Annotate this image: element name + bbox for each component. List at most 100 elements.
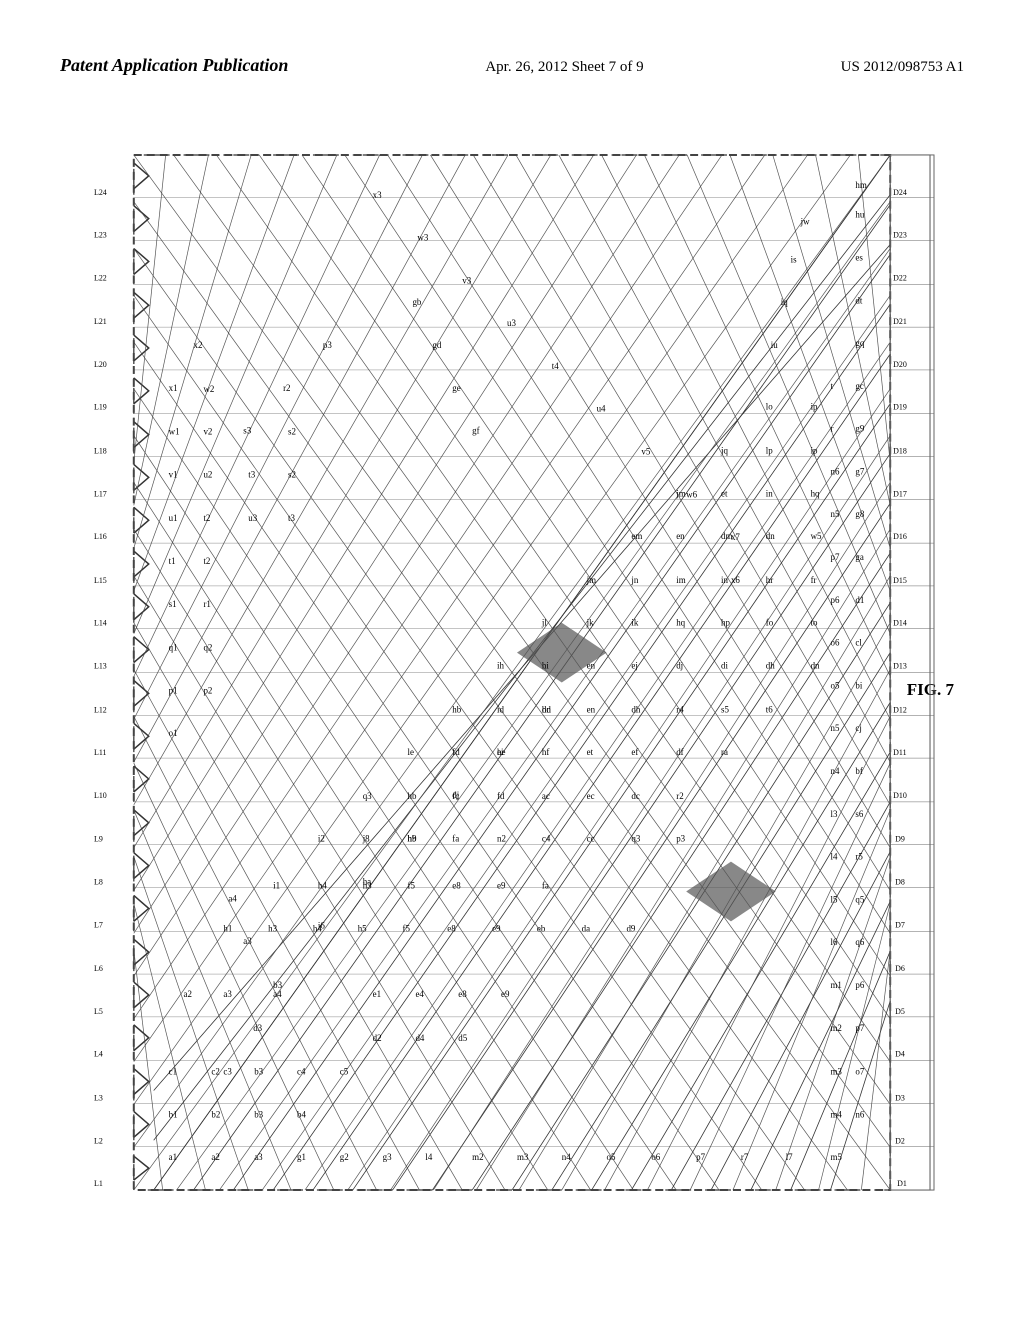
svg-text:D5: D5: [895, 1007, 905, 1016]
svg-text:jm: jm: [675, 488, 685, 498]
svg-text:o5: o5: [830, 680, 839, 690]
svg-text:ef: ef: [631, 747, 638, 757]
svg-text:v3: v3: [462, 275, 471, 285]
svg-text:L24: L24: [94, 188, 107, 197]
svg-text:u3: u3: [248, 513, 257, 523]
svg-text:D17: D17: [893, 489, 907, 498]
svg-text:hp: hp: [721, 618, 730, 628]
svg-text:lo: lo: [766, 402, 773, 412]
svg-text:D18: D18: [893, 447, 907, 456]
svg-text:m3: m3: [517, 1152, 529, 1162]
svg-text:D6: D6: [895, 964, 905, 973]
svg-text:g3: g3: [383, 1152, 392, 1162]
svg-text:e9: e9: [492, 923, 501, 933]
svg-text:L17: L17: [94, 489, 107, 498]
svg-text:p7: p7: [830, 552, 839, 562]
svg-text:h3: h3: [268, 923, 277, 933]
svg-text:ra: ra: [721, 747, 728, 757]
svg-text:gc: gc: [855, 381, 863, 391]
page-header: Patent Application Publication Apr. 26, …: [60, 55, 964, 76]
svg-text:a2: a2: [184, 989, 192, 999]
patent-diagram: text { font-family: 'Times New Roman', s…: [60, 145, 964, 1200]
svg-text:id: id: [497, 704, 504, 714]
svg-text:b1: b1: [169, 1109, 178, 1119]
svg-text:d2: d2: [373, 1033, 382, 1043]
svg-text:e4: e4: [415, 989, 424, 999]
svg-text:en: en: [676, 531, 685, 541]
svg-text:x3: x3: [373, 190, 382, 200]
svg-text:a3: a3: [243, 936, 252, 946]
svg-text:d4: d4: [415, 1033, 424, 1043]
svg-text:iu: iu: [771, 340, 778, 350]
svg-text:c1: c1: [169, 1067, 177, 1077]
svg-text:dj: dj: [676, 661, 683, 671]
svg-text:x7: x7: [731, 532, 740, 542]
svg-text:v1: v1: [169, 469, 178, 479]
svg-text:jq: jq: [720, 446, 728, 456]
svg-text:v2: v2: [203, 427, 212, 437]
svg-text:q6: q6: [855, 937, 864, 947]
svg-text:h5: h5: [358, 923, 367, 933]
svg-text:h4: h4: [318, 880, 327, 890]
svg-text:hq: hq: [811, 488, 820, 498]
svg-text:im: im: [676, 575, 685, 585]
svg-text:cc: cc: [587, 834, 595, 844]
svg-text:i6: i6: [318, 920, 325, 930]
svg-text:t3: t3: [288, 513, 295, 523]
svg-text:to: to: [811, 618, 818, 628]
svg-text:hm: hm: [855, 180, 866, 190]
svg-text:e8: e8: [458, 989, 467, 999]
svg-text:L8: L8: [94, 877, 103, 886]
svg-text:D16: D16: [893, 532, 907, 541]
svg-text:g2: g2: [340, 1152, 349, 1162]
svg-text:w5: w5: [811, 531, 822, 541]
svg-text:q1: q1: [169, 643, 178, 653]
svg-text:L11: L11: [94, 748, 107, 757]
svg-text:s3: s3: [243, 426, 251, 436]
svg-text:c5: c5: [340, 1067, 349, 1077]
svg-text:ej: ej: [631, 661, 637, 671]
svg-text:et: et: [721, 488, 728, 498]
svg-text:n4: n4: [830, 766, 839, 776]
svg-text:u3: u3: [507, 318, 516, 328]
svg-text:is: is: [791, 254, 797, 264]
svg-text:L18: L18: [94, 447, 107, 456]
svg-text:m4: m4: [830, 1109, 842, 1119]
svg-text:a3: a3: [223, 989, 232, 999]
svg-text:b3: b3: [273, 980, 282, 990]
svg-text:a4: a4: [273, 989, 282, 999]
svg-text:ei: ei: [497, 747, 504, 757]
svg-text:d1: d1: [855, 595, 864, 605]
svg-text:s5: s5: [721, 704, 729, 714]
svg-text:p3: p3: [676, 834, 685, 844]
svg-text:L19: L19: [94, 403, 107, 412]
svg-text:jk: jk: [586, 618, 594, 628]
svg-text:t2: t2: [203, 556, 210, 566]
svg-text:dj: dj: [452, 790, 459, 800]
svg-text:jw: jw: [800, 217, 810, 227]
right-labels: D1 D2 D3 D4 D5 D6 D7 D8 D9 D10 D11 D12 D…: [893, 188, 907, 1188]
svg-text:u4: u4: [597, 404, 606, 414]
svg-text:cj: cj: [855, 723, 861, 733]
svg-text:L14: L14: [94, 619, 107, 628]
svg-text:gd: gd: [432, 340, 441, 350]
svg-text:fa: fa: [452, 834, 459, 844]
svg-text:hi: hi: [542, 661, 549, 671]
svg-text:da: da: [582, 923, 590, 933]
svg-text:L1: L1: [94, 1179, 103, 1188]
svg-text:L13: L13: [94, 662, 107, 671]
svg-text:p7: p7: [696, 1152, 705, 1162]
publication-date-sheet: Apr. 26, 2012 Sheet 7 of 9: [485, 59, 643, 76]
svg-text:r2: r2: [676, 791, 683, 801]
svg-text:x2: x2: [194, 340, 203, 350]
svg-text:fd: fd: [452, 747, 460, 757]
svg-text:bf: bf: [855, 766, 862, 776]
svg-text:r: r: [830, 424, 833, 434]
svg-text:p3: p3: [323, 340, 332, 350]
svg-text:n2: n2: [497, 834, 506, 844]
publication-title: Patent Application Publication: [60, 55, 288, 76]
svg-text:a2: a2: [211, 1152, 219, 1162]
svg-text:p2: p2: [203, 685, 212, 695]
svg-text:b3: b3: [254, 1109, 263, 1119]
svg-text:L6: L6: [94, 964, 103, 973]
